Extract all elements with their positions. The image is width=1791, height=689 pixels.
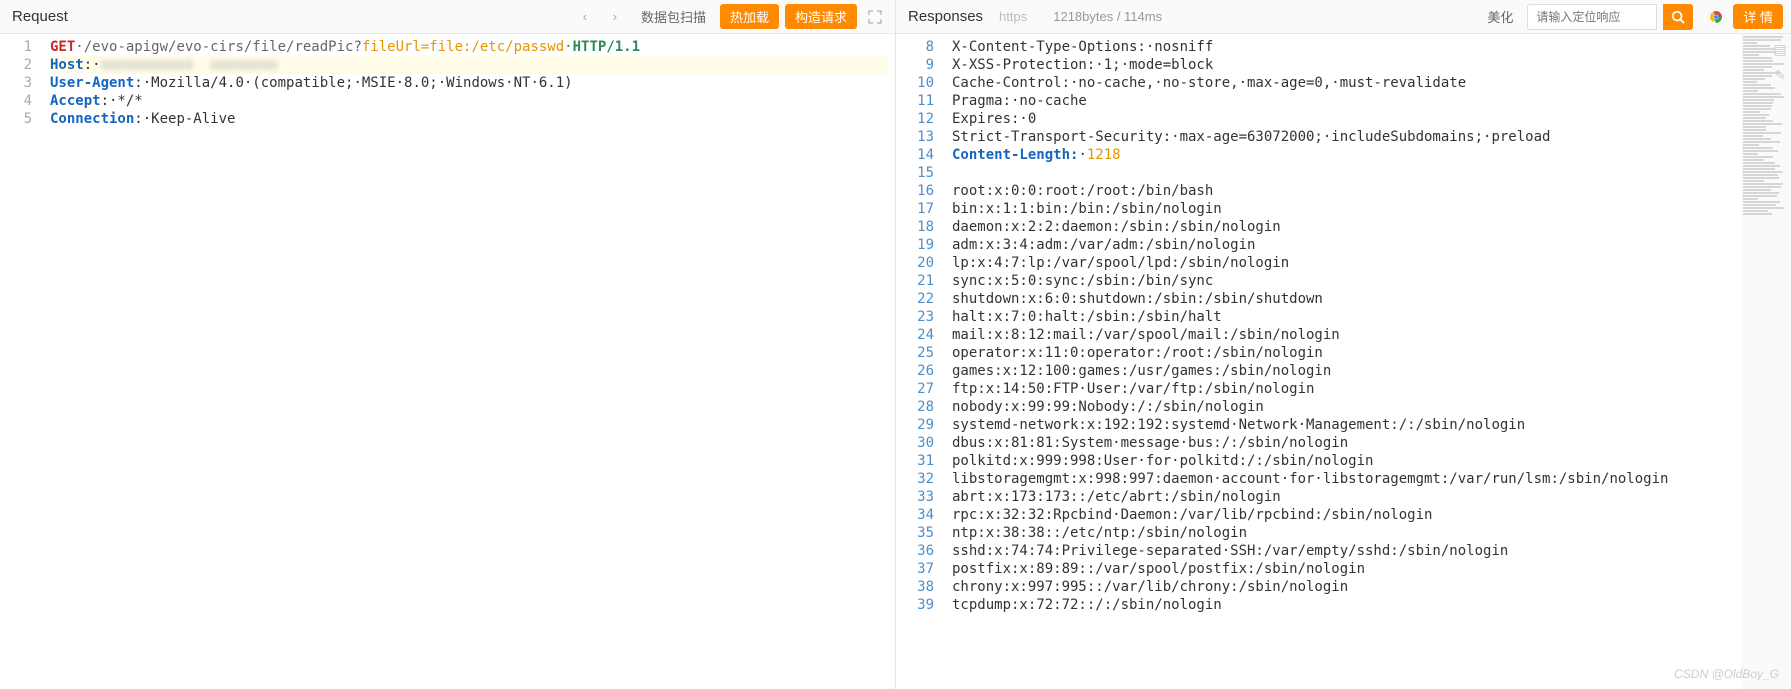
hotload-button[interactable]: 热加载 <box>720 4 779 29</box>
expand-icon[interactable] <box>863 5 887 29</box>
search-icon <box>1671 10 1685 24</box>
https-badge: https <box>999 9 1027 24</box>
response-gutter: 8910111213141516171819202122232425262728… <box>896 34 944 689</box>
next-button[interactable]: › <box>603 5 627 29</box>
side-icon-2[interactable]: ✎ <box>1771 66 1789 84</box>
request-code[interactable]: 12345 GET·/evo-apigw/evo-cirs/file/readP… <box>0 34 895 689</box>
minimap[interactable] <box>1741 34 1791 689</box>
response-meta: 1218bytes / 114ms <box>1053 9 1162 24</box>
response-header: Responses https 1218bytes / 114ms 美化 详 情 <box>896 0 1791 34</box>
scan-button[interactable]: 数据包扫描 <box>633 4 714 29</box>
request-lines: GET·/evo-apigw/evo-cirs/file/readPic?fil… <box>42 34 895 689</box>
response-code[interactable]: 8910111213141516171819202122232425262728… <box>896 34 1741 689</box>
response-panel: Responses https 1218bytes / 114ms 美化 详 情… <box>896 0 1791 689</box>
beautify-button[interactable]: 美化 <box>1479 4 1521 29</box>
request-header: Request ‹ › 数据包扫描 热加载 构造请求 <box>0 0 895 34</box>
construct-button[interactable]: 构造请求 <box>785 4 857 29</box>
app-root: Request ‹ › 数据包扫描 热加载 构造请求 12345 GET·/ev… <box>0 0 1791 689</box>
search-button[interactable] <box>1663 4 1693 30</box>
side-icon-1[interactable]: ▤ <box>1771 40 1789 58</box>
watermark: CSDN @OldBoy_G <box>1674 667 1779 681</box>
response-title: Responses <box>904 8 983 25</box>
request-title: Request <box>8 8 68 25</box>
prev-button[interactable]: ‹ <box>573 5 597 29</box>
detail-button[interactable]: 详 情 <box>1733 4 1783 29</box>
response-lines: X-Content-Type-Options:·nosniffX-XSS-Pro… <box>944 34 1741 689</box>
side-toolbar: ▤ ✎ <box>1771 40 1789 84</box>
request-gutter: 12345 <box>0 34 42 689</box>
chrome-icon[interactable] <box>1705 6 1727 28</box>
request-panel: Request ‹ › 数据包扫描 热加载 构造请求 12345 GET·/ev… <box>0 0 896 689</box>
search-input[interactable] <box>1527 4 1657 30</box>
